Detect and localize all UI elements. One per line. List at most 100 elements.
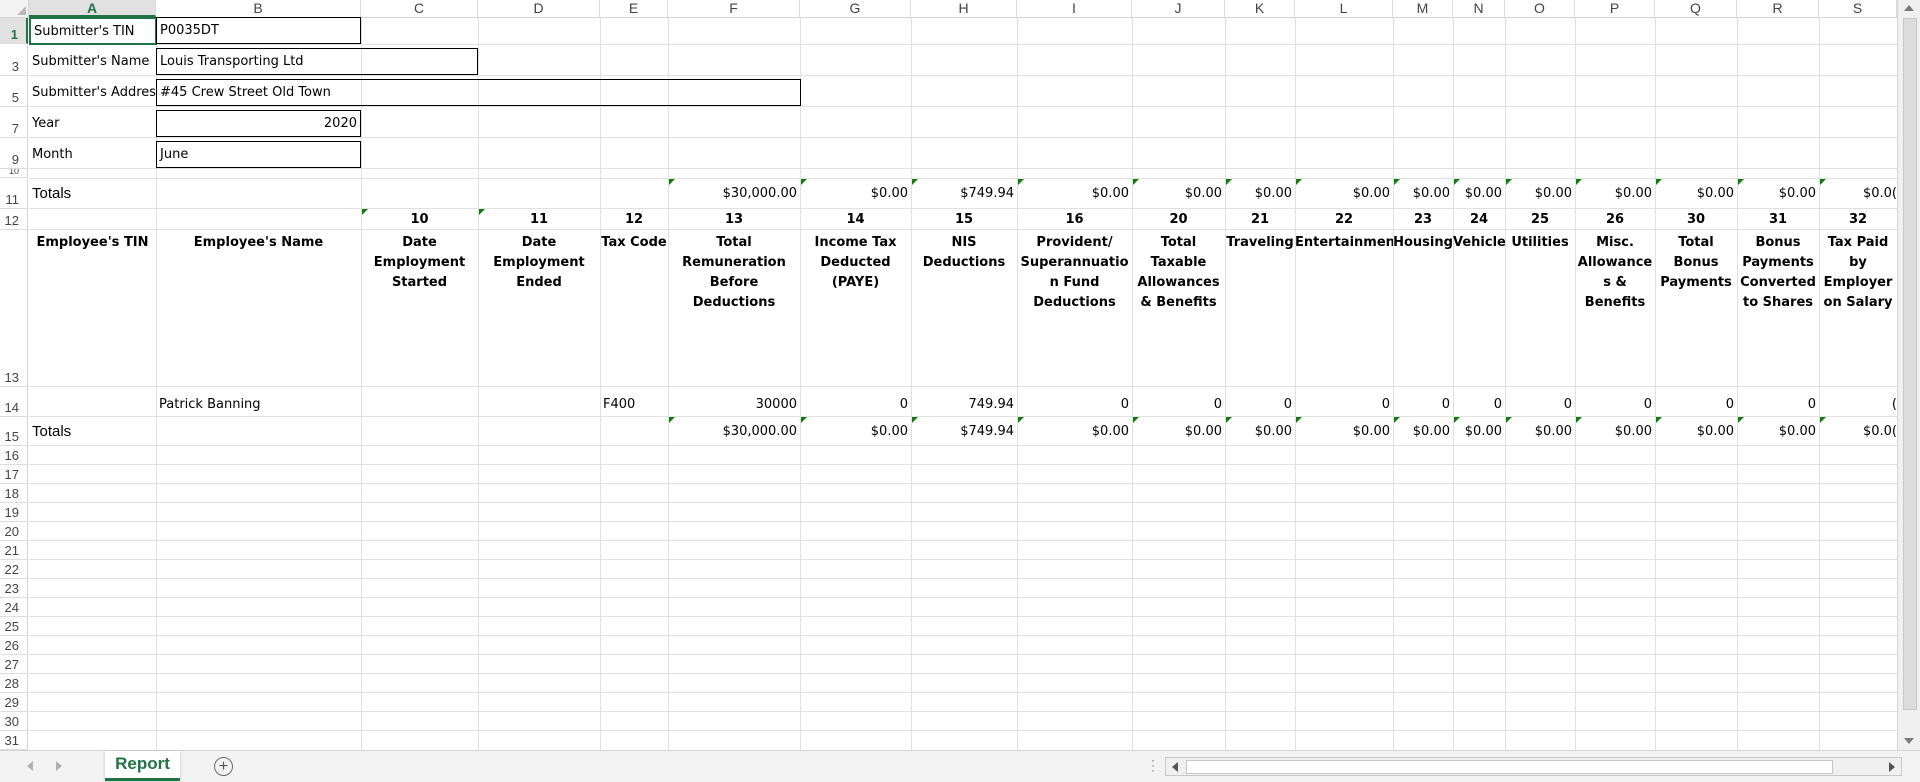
row-header-25[interactable]: 25 xyxy=(0,617,28,636)
row-header-3[interactable]: 3 xyxy=(0,45,28,76)
totals-top-m[interactable]: $0.00 xyxy=(1393,179,1453,208)
row-header-26[interactable]: 26 xyxy=(0,636,28,655)
row-header-13[interactable]: 13 xyxy=(0,230,28,387)
month-value[interactable]: June xyxy=(156,141,361,168)
vertical-scroll-thumb[interactable] xyxy=(1903,18,1917,710)
totals-bottom-s[interactable]: $0.0( xyxy=(1819,417,1897,445)
employee-cell-o[interactable]: 0 xyxy=(1505,387,1575,415)
row-header-29[interactable]: 29 xyxy=(0,693,28,712)
column-header-j[interactable]: J xyxy=(1132,0,1225,17)
tab-splitter-icon[interactable]: ⋮ xyxy=(1146,757,1160,774)
scroll-up-icon[interactable] xyxy=(1904,5,1914,11)
column-header-l[interactable]: L xyxy=(1295,0,1393,17)
row-header-9[interactable]: 9 xyxy=(0,138,28,169)
row-header-22[interactable]: 22 xyxy=(0,560,28,579)
submitter-name-value[interactable]: Louis Transporting Ltd xyxy=(156,48,478,75)
employee-cell-i[interactable]: 0 xyxy=(1017,387,1132,415)
column-header-f[interactable]: F xyxy=(668,0,800,17)
totals-bottom-n[interactable]: $0.00 xyxy=(1453,417,1505,445)
add-sheet-icon[interactable]: + xyxy=(214,757,233,776)
employee-cell-r[interactable]: 0 xyxy=(1737,387,1819,415)
row-header-21[interactable]: 21 xyxy=(0,541,28,560)
horizontal-scroll-thumb[interactable] xyxy=(1186,760,1833,774)
scroll-right-icon[interactable] xyxy=(1889,762,1895,772)
totals-label-bottom[interactable]: Totals xyxy=(29,417,156,445)
submitter-tin-value[interactable]: P0035DT xyxy=(156,17,361,44)
totals-top-p[interactable]: $0.00 xyxy=(1575,179,1655,208)
month-label[interactable]: Month xyxy=(29,141,156,168)
vertical-scrollbar[interactable] xyxy=(1897,0,1920,750)
totals-bottom-i[interactable]: $0.00 xyxy=(1017,417,1132,445)
scroll-down-icon[interactable] xyxy=(1904,738,1914,744)
employee-cell-j[interactable]: 0 xyxy=(1132,387,1225,415)
column-header-s[interactable]: S xyxy=(1819,0,1897,17)
row-header-14[interactable]: 14 xyxy=(0,387,28,417)
employee-cell-h[interactable]: 749.94 xyxy=(911,387,1017,415)
row-header-1[interactable]: 1 xyxy=(0,18,28,44)
totals-bottom-p[interactable]: $0.00 xyxy=(1575,417,1655,445)
column-header-i[interactable]: I xyxy=(1017,0,1132,17)
select-all-corner[interactable] xyxy=(0,0,29,17)
scroll-left-icon[interactable] xyxy=(1172,762,1178,772)
column-header-d[interactable]: D xyxy=(478,0,600,17)
employee-cell-q[interactable]: 0 xyxy=(1655,387,1737,415)
row-header-28[interactable]: 28 xyxy=(0,674,28,693)
row-header-17[interactable]: 17 xyxy=(0,465,28,484)
totals-bottom-o[interactable]: $0.00 xyxy=(1505,417,1575,445)
column-header-c[interactable]: C xyxy=(361,0,478,17)
totals-bottom-m[interactable]: $0.00 xyxy=(1393,417,1453,445)
employee-cell-n[interactable]: 0 xyxy=(1453,387,1505,415)
row-header-30[interactable]: 30 xyxy=(0,712,28,731)
row-header-15[interactable]: 15 xyxy=(0,417,28,446)
employee-cell-s[interactable]: ( xyxy=(1819,387,1897,415)
employee-cell-l[interactable]: 0 xyxy=(1295,387,1393,415)
totals-top-l[interactable]: $0.00 xyxy=(1295,179,1393,208)
totals-top-n[interactable]: $0.00 xyxy=(1453,179,1505,208)
row-header-12[interactable]: 12 xyxy=(0,209,28,230)
year-value[interactable]: 2020 xyxy=(156,110,361,137)
column-header-n[interactable]: N xyxy=(1453,0,1505,17)
previous-sheet-icon[interactable] xyxy=(27,761,33,771)
totals-top-h[interactable]: $749.94 xyxy=(911,179,1017,208)
column-header-h[interactable]: H xyxy=(911,0,1017,17)
submitter-address-label[interactable]: Submitter's Addres xyxy=(29,79,156,106)
totals-top-q[interactable]: $0.00 xyxy=(1655,179,1737,208)
spreadsheet-grid[interactable]: A B C D E F G H I J K L M N O P Q R S 1 … xyxy=(0,0,1897,750)
column-header-e[interactable]: E xyxy=(600,0,668,17)
column-header-b[interactable]: B xyxy=(156,0,361,17)
column-header-g[interactable]: G xyxy=(800,0,911,17)
horizontal-scrollbar[interactable] xyxy=(1165,757,1902,776)
employee-cell-p[interactable]: 0 xyxy=(1575,387,1655,415)
totals-bottom-g[interactable]: $0.00 xyxy=(800,417,911,445)
submitter-address-value[interactable]: #45 Crew Street Old Town xyxy=(156,79,801,106)
employee-cell-m[interactable]: 0 xyxy=(1393,387,1453,415)
totals-top-s[interactable]: $0.0( xyxy=(1819,179,1897,208)
next-sheet-icon[interactable] xyxy=(56,761,62,771)
row-header-11[interactable]: 11 xyxy=(0,179,28,209)
row-header-23[interactable]: 23 xyxy=(0,579,28,598)
employee-cell-g[interactable]: 0 xyxy=(800,387,911,415)
totals-bottom-l[interactable]: $0.00 xyxy=(1295,417,1393,445)
row-header-31[interactable]: 31 xyxy=(0,731,28,750)
totals-top-k[interactable]: $0.00 xyxy=(1225,179,1295,208)
column-header-k[interactable]: K xyxy=(1225,0,1295,17)
totals-bottom-h[interactable]: $749.94 xyxy=(911,417,1017,445)
row-header-20[interactable]: 20 xyxy=(0,522,28,541)
totals-top-i[interactable]: $0.00 xyxy=(1017,179,1132,208)
row-header-27[interactable]: 27 xyxy=(0,655,28,674)
row-header-18[interactable]: 18 xyxy=(0,484,28,503)
column-header-r[interactable]: R xyxy=(1737,0,1819,17)
employee-tax-code-cell[interactable]: F400 xyxy=(600,387,668,415)
submitter-name-label[interactable]: Submitter's Name xyxy=(29,48,156,75)
submitter-tin-label[interactable]: Submitter's TIN xyxy=(29,17,157,45)
totals-label-top[interactable]: Totals xyxy=(29,179,156,208)
row-header-16[interactable]: 16 xyxy=(0,446,28,465)
totals-bottom-k[interactable]: $0.00 xyxy=(1225,417,1295,445)
row-header-19[interactable]: 19 xyxy=(0,503,28,522)
totals-bottom-q[interactable]: $0.00 xyxy=(1655,417,1737,445)
totals-top-o[interactable]: $0.00 xyxy=(1505,179,1575,208)
year-label[interactable]: Year xyxy=(29,110,156,137)
sheet-tab-report[interactable]: Report xyxy=(105,751,180,781)
employee-cell-f[interactable]: 30000 xyxy=(668,387,800,415)
column-header-o[interactable]: O xyxy=(1505,0,1575,17)
